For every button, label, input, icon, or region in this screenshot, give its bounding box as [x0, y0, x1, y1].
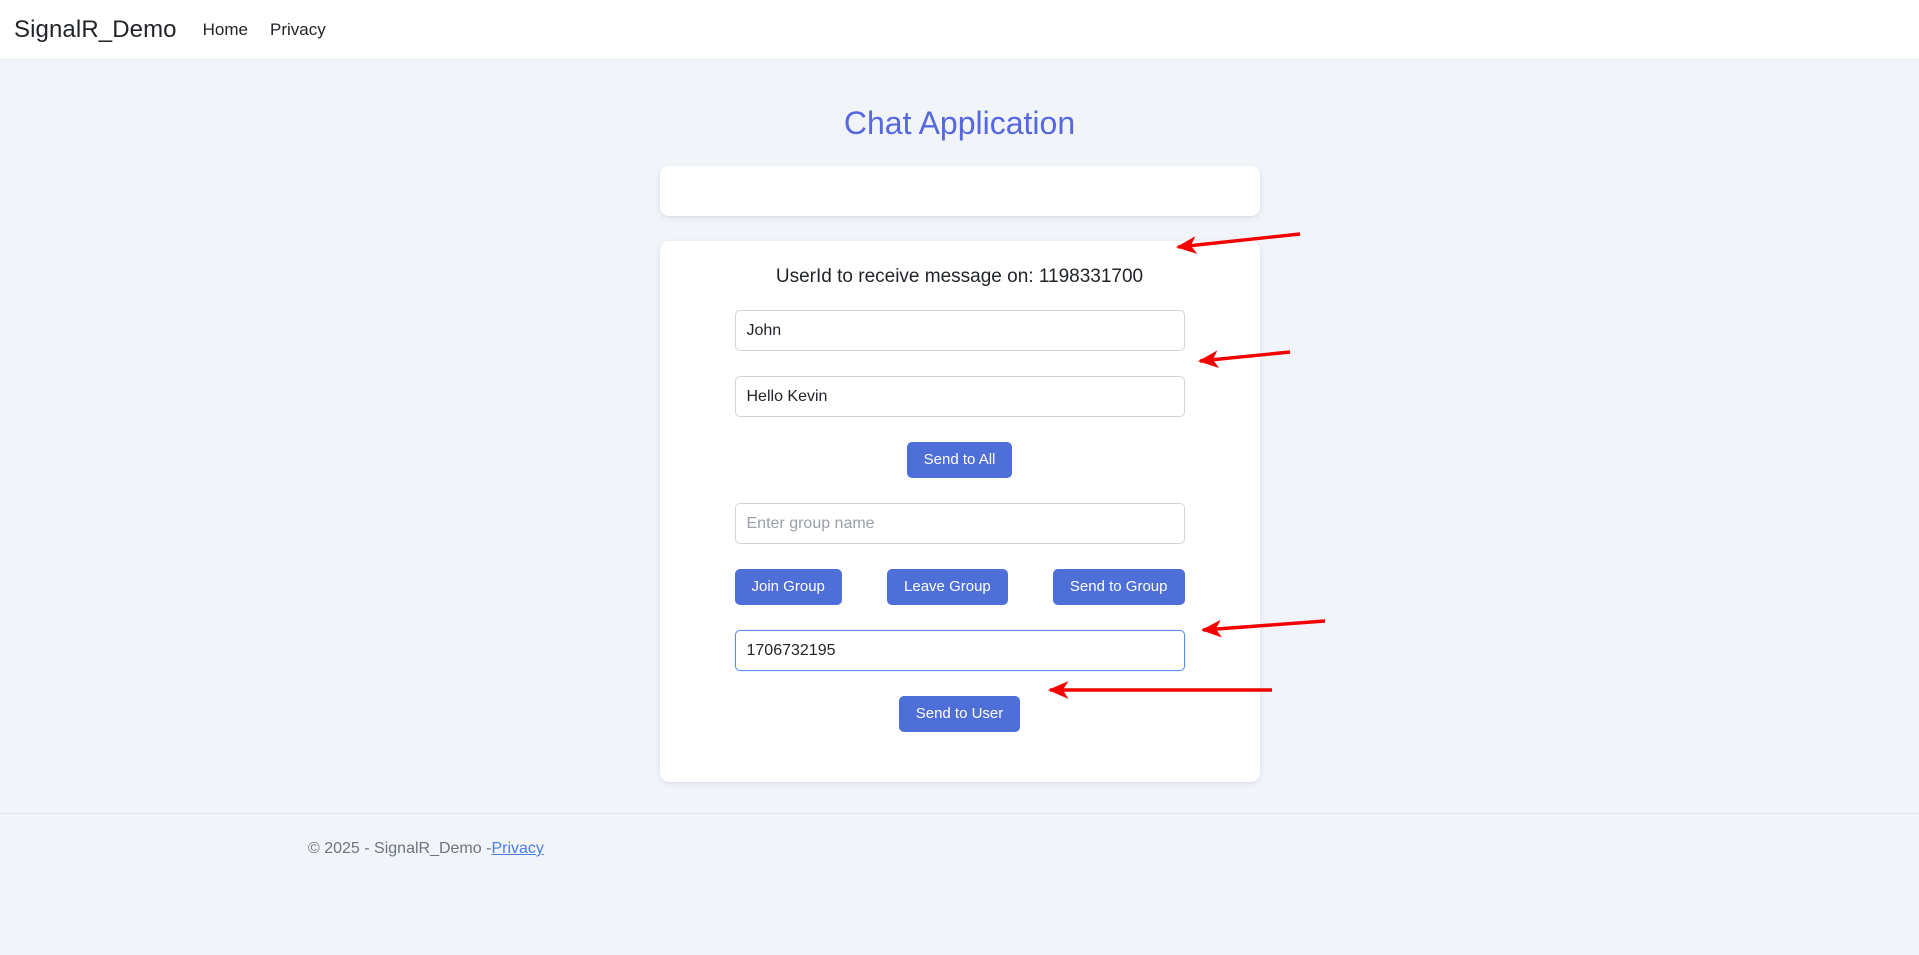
nav-link-home[interactable]: Home	[203, 20, 248, 40]
leave-group-button[interactable]: Leave Group	[887, 569, 1008, 606]
send-to-user-button[interactable]: Send to User	[898, 696, 1021, 733]
primary-nav: Home Privacy	[203, 20, 326, 40]
send-all-row: Send to All	[735, 442, 1185, 479]
footer-copyright: © 2025 - SignalR_Demo -	[308, 840, 492, 857]
brand-link[interactable]: SignalR_Demo	[14, 16, 177, 44]
message-input[interactable]	[734, 376, 1185, 418]
user-name-input[interactable]	[734, 310, 1185, 352]
nav-link-privacy[interactable]: Privacy	[270, 20, 326, 40]
top-navbar: SignalR_Demo Home Privacy	[0, 0, 1919, 60]
userid-label: UserId to receive message on: 1198331700	[775, 266, 1144, 288]
target-user-id-input[interactable]	[734, 630, 1185, 672]
send-to-all-button[interactable]: Send to All	[906, 442, 1013, 479]
group-name-input[interactable]	[734, 503, 1185, 545]
footer-privacy-link[interactable]: Privacy	[491, 840, 543, 858]
send-user-row: Send to User	[735, 696, 1185, 733]
page-body: Chat Application UserId to receive messa…	[0, 60, 1919, 884]
chat-form-card: UserId to receive message on: 1198331700…	[659, 241, 1260, 783]
messages-card	[659, 166, 1260, 217]
join-group-button[interactable]: Join Group	[734, 569, 842, 606]
page-title: Chat Application	[843, 105, 1076, 141]
send-to-group-button[interactable]: Send to Group	[1052, 569, 1185, 606]
page-footer: © 2025 - SignalR_Demo - Privacy	[0, 813, 1919, 884]
group-buttons-row: Join Group Leave Group Send to Group	[734, 569, 1185, 606]
